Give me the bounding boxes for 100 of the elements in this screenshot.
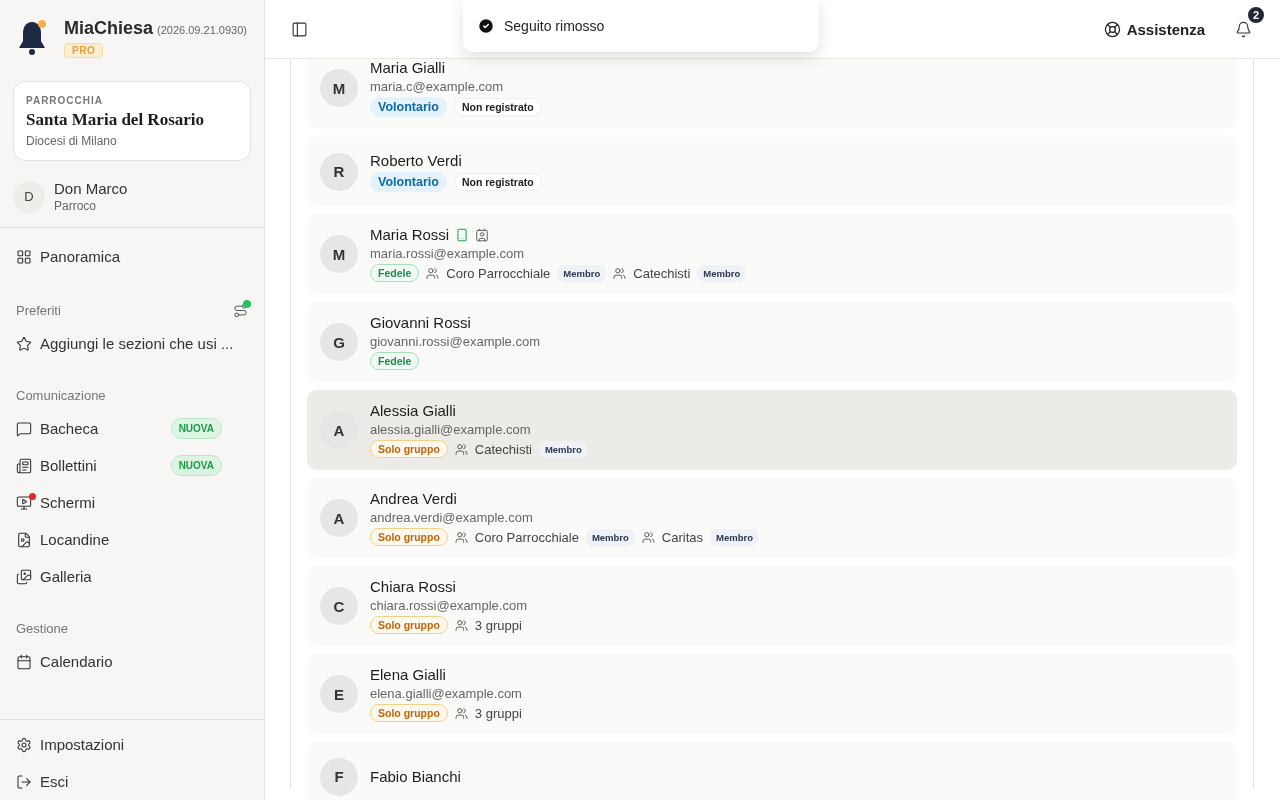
status-tag: Solo gruppo [370, 704, 448, 722]
status-tag: Volontario [370, 171, 447, 192]
route-icon[interactable] [233, 302, 248, 318]
group-label: Caritas [661, 529, 703, 545]
people-icon [454, 618, 468, 632]
role-tag: Membro [697, 264, 747, 282]
settings-icon [16, 736, 32, 753]
person-name: Alessia Gialli [370, 402, 456, 419]
group-label: 3 gruppi [474, 617, 522, 633]
status-tag: Fedele [370, 264, 420, 282]
nav-icon [16, 457, 32, 474]
panel-icon [291, 20, 308, 38]
people-icon [641, 530, 655, 544]
nav-icon [16, 568, 32, 585]
lifebuoy-icon [1103, 20, 1121, 38]
status-tag: Volontario [370, 97, 447, 117]
people-icon [613, 266, 627, 280]
nav-item[interactable]: Bacheca NUOVA [0, 410, 264, 447]
role-tag: Membro [557, 264, 607, 282]
nav-icon [16, 494, 32, 511]
new-badge: NUOVA [170, 418, 222, 439]
nav-item[interactable]: Esci [0, 763, 264, 800]
role-tag: Membro [585, 528, 635, 546]
person-email: elena.gialli@example.com [370, 686, 522, 701]
group-label: Catechisti [633, 265, 691, 281]
people-icon [454, 442, 468, 456]
nav-item[interactable]: Panoramica [0, 238, 264, 275]
logout-icon [16, 773, 32, 790]
person-name: Elena Gialli [370, 666, 446, 683]
person-name: Maria Rossi [370, 226, 450, 243]
person-name: Maria Gialli [370, 59, 445, 76]
group-label: Coro Parrocchiale [446, 265, 551, 281]
person-card[interactable]: F Fabio Bianchi [307, 742, 1237, 800]
person-name: Roberto Verdi [370, 151, 462, 169]
person-card[interactable]: M Maria Rossi maria.rossi@example.com Fedele Coro Parrocchiale Membro Catechisti Membro [307, 214, 1237, 294]
user-name: Don Marco [54, 180, 128, 197]
diocese-text: Diocesi di Milano [26, 134, 118, 148]
people-icon [454, 530, 468, 544]
check-icon [477, 17, 495, 35]
nav-item[interactable]: Schermi [0, 484, 264, 521]
role-tag: Membro [538, 440, 588, 458]
section-title: Gestione [16, 620, 69, 636]
person-avatar: A [320, 499, 358, 537]
toast-message: Seguito rimosso [504, 18, 605, 34]
nav-icon [16, 420, 32, 437]
nav-item[interactable]: Calendario [0, 643, 264, 680]
person-avatar: A [320, 411, 358, 449]
version-text: (2026.09.21.0930) [157, 24, 247, 36]
person-avatar: G [320, 323, 358, 361]
status-tag: Fedele [370, 352, 420, 370]
person-avatar: M [320, 69, 358, 107]
star-icon [16, 335, 32, 352]
status-tag: Solo gruppo [370, 440, 448, 458]
status-tag: Non registrato [453, 98, 542, 116]
section-title: Preferiti [16, 302, 61, 318]
status-tag: Non registrato [453, 172, 542, 191]
app-name: MiaChiesa [64, 18, 154, 38]
parish-label: PARROCCHIA [26, 95, 105, 106]
person-email: chiara.rossi@example.com [370, 598, 527, 613]
new-badge: NUOVA [170, 455, 222, 476]
nav-item[interactable]: Aggiungi le sezioni che usi ... [0, 325, 264, 362]
nav-item[interactable]: Locandine [0, 521, 264, 558]
person-card[interactable]: E Elena Gialli elena.gialli@example.com Solo gruppo 3 gruppi [307, 654, 1237, 734]
nav-item[interactable]: Impostazioni [0, 726, 264, 763]
person-name: Chiara Rossi [370, 578, 456, 595]
parish-name: Santa Maria del Rosario [26, 110, 206, 130]
person-avatar: F [320, 757, 358, 796]
person-card[interactable]: A Alessia Gialli alessia.gialli@example.com Solo gruppo Catechisti Membro [307, 390, 1237, 470]
person-card[interactable]: R Roberto Verdi Volontario Non registrato [307, 137, 1237, 206]
nav-icon [16, 531, 32, 548]
help-button[interactable]: Assistenza [1097, 19, 1211, 39]
group-label: 3 gruppi [474, 705, 522, 721]
people-icon [426, 266, 440, 280]
person-name: Giovanni Rossi [370, 314, 471, 331]
people-icon [454, 706, 468, 720]
group-label: Coro Parrocchiale [474, 529, 579, 545]
status-tag: Solo gruppo [370, 616, 448, 634]
section-title: Comunicazione [16, 387, 106, 403]
person-avatar: M [320, 235, 358, 273]
person-avatar: R [320, 152, 358, 191]
group-label: Catechisti [474, 441, 532, 457]
nav-item[interactable]: Bollettini NUOVA [0, 447, 264, 484]
grid-icon [16, 248, 32, 265]
person-email: giovanni.rossi@example.com [370, 334, 540, 349]
person-email: alessia.gialli@example.com [370, 422, 531, 437]
person-card[interactable]: C Chiara Rossi chiara.rossi@example.com Solo gruppo 3 gruppi [307, 566, 1237, 646]
person-card[interactable]: G Giovanni Rossi giovanni.rossi@example.com Fedele [307, 302, 1237, 382]
user-role: Parroco [54, 199, 97, 213]
person-avatar: E [320, 675, 358, 713]
user-avatar: D [13, 180, 45, 213]
role-tag: Membro [710, 528, 759, 546]
person-email: maria.rossi@example.com [370, 246, 525, 261]
nav-item[interactable]: Galleria [0, 558, 264, 595]
person-name: Andrea Verdi [370, 490, 457, 507]
person-email: andrea.verdi@example.com [370, 510, 533, 525]
person-card[interactable]: M Maria Gialli maria.c@example.com Volontario Non registrato [307, 59, 1237, 129]
plan-badge: PRO [64, 43, 104, 58]
person-card[interactable]: A Andrea Verdi andrea.verdi@example.com Solo gruppo Coro Parrocchiale Membro Caritas Membro [307, 478, 1237, 558]
person-avatar: C [320, 587, 358, 625]
nav-icon [16, 653, 32, 670]
